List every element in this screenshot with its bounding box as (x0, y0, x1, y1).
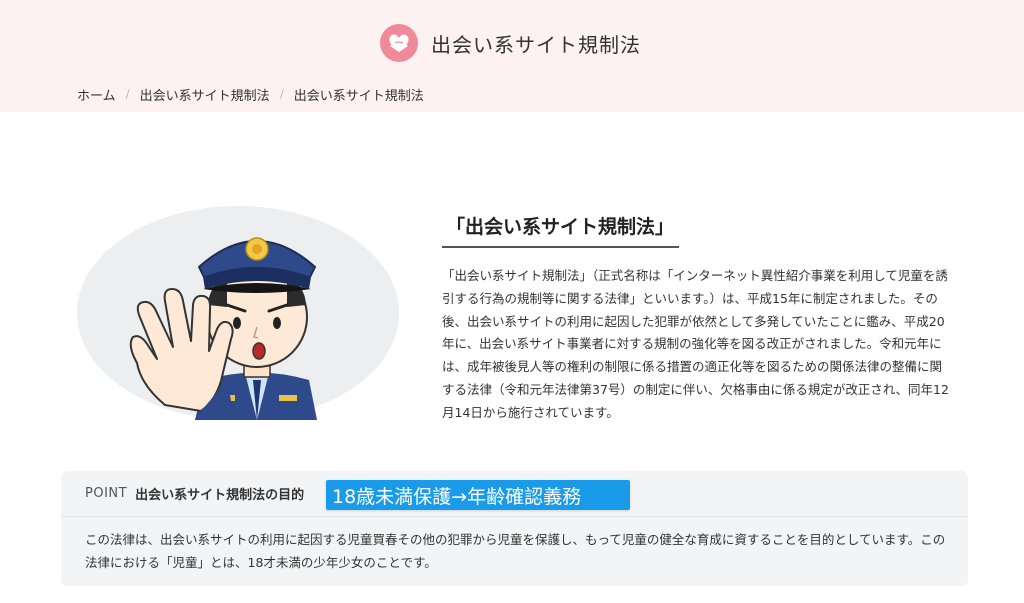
police-officer-illustration (77, 205, 399, 420)
breadcrumb-separator: / (279, 87, 284, 101)
point-box: POINT 出会い系サイト規制法の目的 18歳未満保護→年齢確認義務 この法律は… (61, 471, 968, 586)
breadcrumb-home[interactable]: ホーム (77, 85, 116, 104)
breadcrumb: ホーム / 出会い系サイト規制法 / 出会い系サイト規制法 (77, 84, 424, 104)
breadcrumb-category[interactable]: 出会い系サイト規制法 (140, 85, 270, 104)
point-highlight-badge: 18歳未満保護→年齢確認義務 (326, 480, 630, 510)
site-header: 出会い系サイト規制法 ホーム / 出会い系サイト規制法 / 出会い系サイト規制法 (0, 0, 1024, 112)
article-body: 「出会い系サイト規制法」（正式名称は「インターネット異性紹介事業を利用して児童を… (442, 268, 949, 420)
point-body: この法律は、出会い系サイトの利用に起因する児童買春その他の犯罪から児童を保護し、… (85, 532, 946, 570)
breadcrumb-separator: / (125, 87, 130, 101)
site-brand[interactable]: 出会い系サイト規制法 (380, 24, 641, 62)
heart-hands-icon (380, 24, 418, 62)
breadcrumb-current: 出会い系サイト規制法 (293, 88, 424, 104)
site-title: 出会い系サイト規制法 (431, 32, 641, 57)
point-tag: POINT (85, 486, 128, 501)
article-heading: 「出会い系サイト規制法」 (442, 210, 679, 248)
point-title: 出会い系サイト規制法の目的 (135, 488, 305, 503)
point-header: POINT 出会い系サイト規制法の目的 18歳未満保護→年齢確認義務 (61, 471, 968, 517)
